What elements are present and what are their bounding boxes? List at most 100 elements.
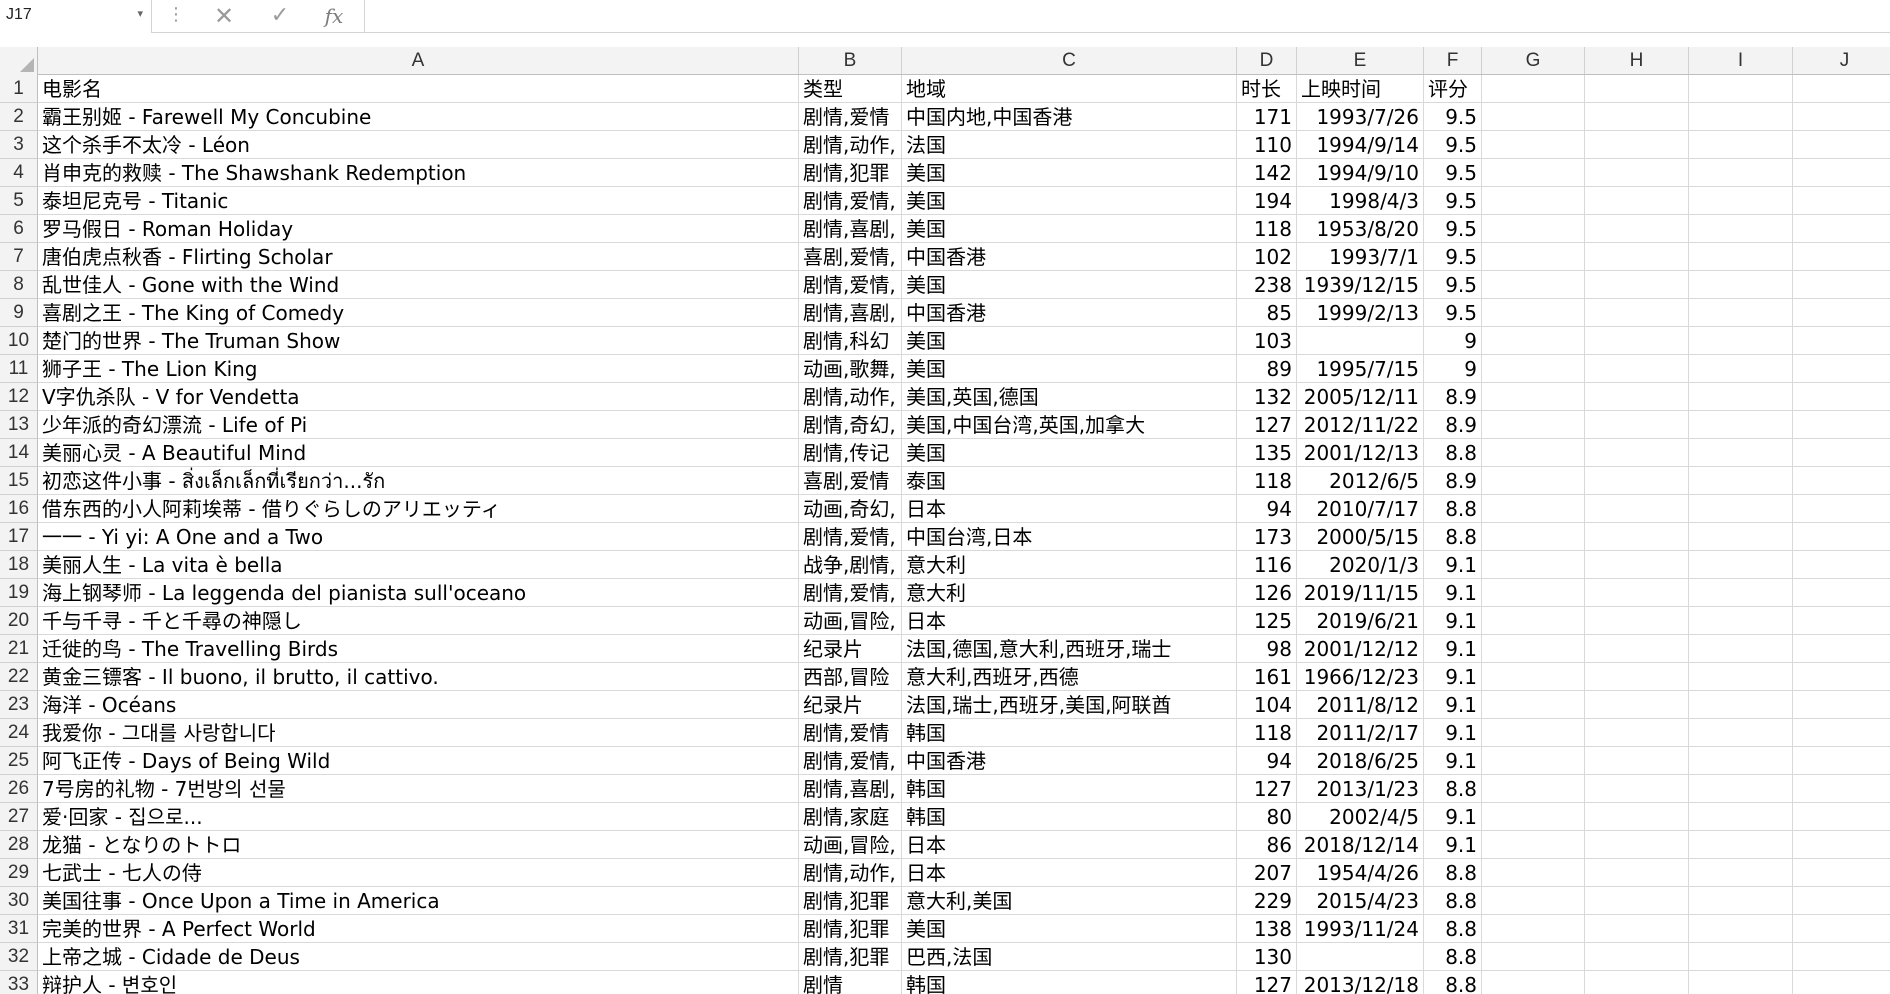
cell-a30[interactable]: 美国往事 - Once Upon a Time in America — [38, 887, 799, 915]
cell-g28[interactable] — [1482, 831, 1585, 859]
row-header[interactable]: 18 — [0, 551, 38, 579]
cell-d6[interactable]: 118 — [1237, 215, 1297, 243]
cell-f30[interactable]: 8.8 — [1424, 887, 1482, 915]
cell-e29[interactable]: 1954/4/26 — [1297, 859, 1424, 887]
cell-j17[interactable] — [1793, 523, 1890, 551]
cell-b18[interactable]: 战争,剧情, — [799, 551, 902, 579]
cell-f26[interactable]: 8.8 — [1424, 775, 1482, 803]
cell-h32[interactable] — [1585, 943, 1689, 971]
cell-i28[interactable] — [1689, 831, 1793, 859]
cell-h12[interactable] — [1585, 383, 1689, 411]
cell-d21[interactable]: 98 — [1237, 635, 1297, 663]
cell-b14[interactable]: 剧情,传记 — [799, 439, 902, 467]
enter-check-icon[interactable]: ✓ — [262, 3, 298, 29]
column-header-d[interactable]: D — [1237, 47, 1297, 74]
cell-i32[interactable] — [1689, 943, 1793, 971]
cell-g31[interactable] — [1482, 915, 1585, 943]
cell-d15[interactable]: 118 — [1237, 467, 1297, 495]
cell-a12[interactable]: V字仇杀队 - V for Vendetta — [38, 383, 799, 411]
cell-f12[interactable]: 8.9 — [1424, 383, 1482, 411]
cell-d24[interactable]: 118 — [1237, 719, 1297, 747]
cell-a26[interactable]: 7号房的礼物 - 7번방의 선물 — [38, 775, 799, 803]
cell-g33[interactable] — [1482, 971, 1585, 994]
cell-b28[interactable]: 动画,冒险, — [799, 831, 902, 859]
cell-g7[interactable] — [1482, 243, 1585, 271]
cell-g2[interactable] — [1482, 103, 1585, 131]
cell-e19[interactable]: 2019/11/15 — [1297, 579, 1424, 607]
cell-d22[interactable]: 161 — [1237, 663, 1297, 691]
cell-h17[interactable] — [1585, 523, 1689, 551]
row-header[interactable]: 27 — [0, 803, 38, 831]
cell-i2[interactable] — [1689, 103, 1793, 131]
cell-g16[interactable] — [1482, 495, 1585, 523]
cell-e20[interactable]: 2019/6/21 — [1297, 607, 1424, 635]
cell-f15[interactable]: 8.9 — [1424, 467, 1482, 495]
cell-a4[interactable]: 肖申克的救赎 - The Shawshank Redemption — [38, 159, 799, 187]
cell-d20[interactable]: 125 — [1237, 607, 1297, 635]
cell-d10[interactable]: 103 — [1237, 327, 1297, 355]
cell-d5[interactable]: 194 — [1237, 187, 1297, 215]
more-vertical-icon[interactable]: ⋮ — [166, 4, 186, 26]
cell-i12[interactable] — [1689, 383, 1793, 411]
cell-f14[interactable]: 8.8 — [1424, 439, 1482, 467]
column-header-g[interactable]: G — [1482, 47, 1585, 74]
cell-f25[interactable]: 9.1 — [1424, 747, 1482, 775]
row-header[interactable]: 23 — [0, 691, 38, 719]
column-header-j[interactable]: J — [1793, 47, 1890, 74]
cell-j9[interactable] — [1793, 299, 1890, 327]
row-header[interactable]: 11 — [0, 355, 38, 383]
cell-j22[interactable] — [1793, 663, 1890, 691]
cell-f9[interactable]: 9.5 — [1424, 299, 1482, 327]
cell-i14[interactable] — [1689, 439, 1793, 467]
cell-d7[interactable]: 102 — [1237, 243, 1297, 271]
column-header-i[interactable]: I — [1689, 47, 1793, 74]
cell-i22[interactable] — [1689, 663, 1793, 691]
cell-g30[interactable] — [1482, 887, 1585, 915]
cell-g9[interactable] — [1482, 299, 1585, 327]
cell-c8[interactable]: 美国 — [902, 271, 1237, 299]
cell-j20[interactable] — [1793, 607, 1890, 635]
cell-c14[interactable]: 美国 — [902, 439, 1237, 467]
row-header[interactable]: 31 — [0, 915, 38, 943]
cell-f32[interactable]: 8.8 — [1424, 943, 1482, 971]
cell-g29[interactable] — [1482, 859, 1585, 887]
cell-f21[interactable]: 9.1 — [1424, 635, 1482, 663]
cell-e27[interactable]: 2002/4/5 — [1297, 803, 1424, 831]
cell-a19[interactable]: 海上钢琴师 - La leggenda del pianista sull'oc… — [38, 579, 799, 607]
row-header[interactable]: 10 — [0, 327, 38, 355]
cell-h27[interactable] — [1585, 803, 1689, 831]
cell-e17[interactable]: 2000/5/15 — [1297, 523, 1424, 551]
cell-a15[interactable]: 初恋这件小事 - สิ่งเล็กเล็กที่เรียกว่า...รัก — [38, 467, 799, 495]
cell-i13[interactable] — [1689, 411, 1793, 439]
cell-i4[interactable] — [1689, 159, 1793, 187]
cell-c17[interactable]: 中国台湾,日本 — [902, 523, 1237, 551]
cell-a20[interactable]: 千与千寻 - 千と千尋の神隠し — [38, 607, 799, 635]
cell-a9[interactable]: 喜剧之王 - The King of Comedy — [38, 299, 799, 327]
cell-c27[interactable]: 韩国 — [902, 803, 1237, 831]
cell-d29[interactable]: 207 — [1237, 859, 1297, 887]
row-header[interactable]: 15 — [0, 467, 38, 495]
cell-j15[interactable] — [1793, 467, 1890, 495]
cell-j25[interactable] — [1793, 747, 1890, 775]
cell-h8[interactable] — [1585, 271, 1689, 299]
cell-h33[interactable] — [1585, 971, 1689, 994]
cell-a32[interactable]: 上帝之城 - Cidade de Deus — [38, 943, 799, 971]
cell-g26[interactable] — [1482, 775, 1585, 803]
cell-b15[interactable]: 喜剧,爱情 — [799, 467, 902, 495]
row-header[interactable]: 20 — [0, 607, 38, 635]
row-header[interactable]: 16 — [0, 495, 38, 523]
cell-e25[interactable]: 2018/6/25 — [1297, 747, 1424, 775]
cell-f2[interactable]: 9.5 — [1424, 103, 1482, 131]
cell-d30[interactable]: 229 — [1237, 887, 1297, 915]
cell-g13[interactable] — [1482, 411, 1585, 439]
cell-b13[interactable]: 剧情,奇幻, — [799, 411, 902, 439]
cell-e15[interactable]: 2012/6/5 — [1297, 467, 1424, 495]
cell-i10[interactable] — [1689, 327, 1793, 355]
cell-c13[interactable]: 美国,中国台湾,英国,加拿大 — [902, 411, 1237, 439]
row-header[interactable]: 7 — [0, 243, 38, 271]
cell-e23[interactable]: 2011/8/12 — [1297, 691, 1424, 719]
cell-e28[interactable]: 2018/12/14 — [1297, 831, 1424, 859]
cell-i16[interactable] — [1689, 495, 1793, 523]
cell-e8[interactable]: 1939/12/15 — [1297, 271, 1424, 299]
cell-d3[interactable]: 110 — [1237, 131, 1297, 159]
